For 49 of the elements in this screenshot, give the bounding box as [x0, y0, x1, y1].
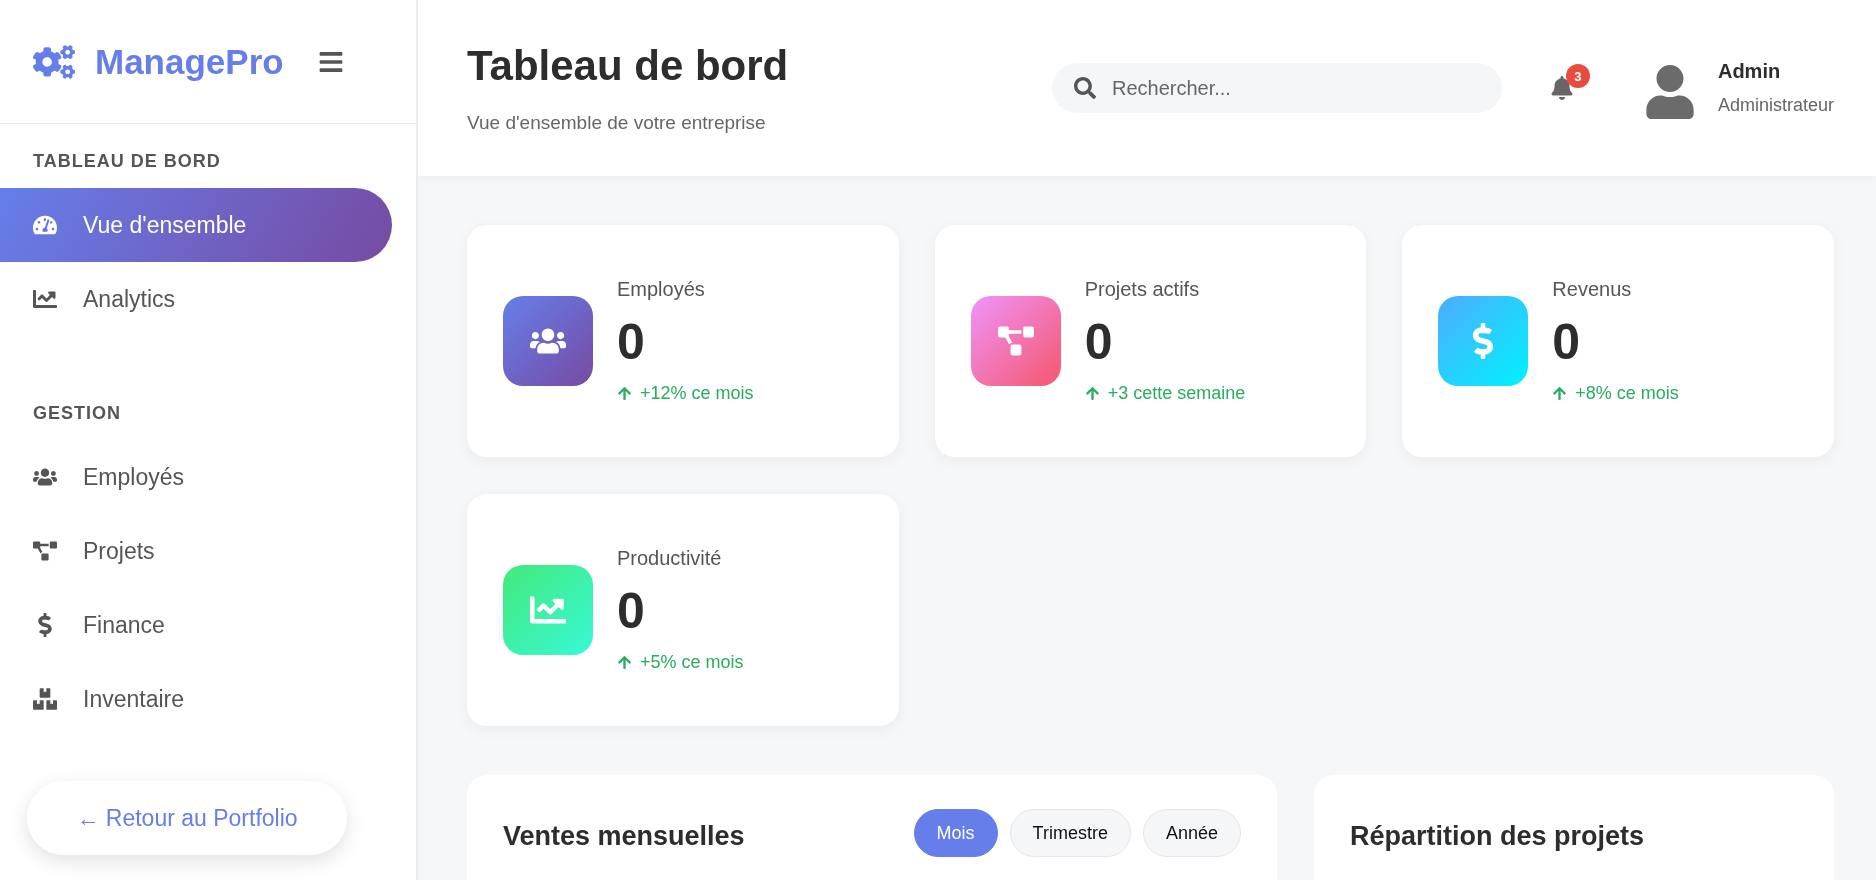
nav-item[interactable]: Employés — [0, 440, 392, 514]
gauge-icon — [33, 213, 57, 237]
stat-label: Projets actifs — [1084, 278, 1201, 301]
section-title: TABLEAU DE BORD — [32, 151, 222, 173]
nav-item[interactable]: Projets — [0, 514, 392, 588]
up-arrow-icon — [617, 655, 632, 670]
page-title: Tableau de bord — [467, 42, 790, 90]
stat-trend: +12% ce mois — [640, 383, 754, 404]
nav-item[interactable]: Finance — [0, 588, 392, 662]
search-icon — [1073, 77, 1096, 99]
page-subtitle: Vue d'ensemble de votre entreprise — [467, 112, 767, 134]
panel-title: Répartition des projets — [1350, 820, 1645, 852]
back-link[interactable]: ← Retour au Portfolio — [27, 781, 347, 855]
dollar-icon — [1438, 296, 1529, 386]
stat-value: 0 — [1084, 317, 1114, 367]
boxes-icon — [33, 687, 57, 711]
stat-value: 0 — [1552, 317, 1582, 367]
period-tab[interactable]: Année — [1142, 809, 1241, 857]
stat-label: Revenus — [1552, 278, 1633, 301]
up-arrow-icon — [1084, 386, 1100, 401]
line-chart-icon — [503, 565, 593, 655]
diagram-icon — [33, 539, 57, 563]
up-arrow-icon — [617, 386, 632, 401]
stat-label: Productivité — [617, 547, 723, 570]
bell-icon — [1549, 76, 1574, 100]
up-arrow-icon — [1552, 386, 1568, 401]
nav-item[interactable]: Vue d'ensemble — [0, 188, 392, 262]
search-input[interactable]: Rechercher... — [1109, 75, 1480, 101]
users-icon — [503, 296, 593, 386]
section-title: GESTION — [32, 403, 122, 425]
nav-item[interactable]: Inventaire — [0, 662, 392, 736]
stat-label: Employés — [617, 278, 706, 301]
user-role: Administrateur — [1717, 95, 1834, 116]
brand-name: ManagePro — [95, 41, 284, 82]
diagram-icon — [970, 296, 1061, 386]
notification-button[interactable]: 3 — [1549, 64, 1590, 100]
stat-trend: +3 cette semaine — [1107, 383, 1246, 404]
line-chart-icon — [33, 287, 57, 311]
stat-trend: +8% ce mois — [1575, 383, 1679, 404]
period-tab[interactable]: Trimestre — [1009, 809, 1131, 857]
user-name: Admin — [1717, 60, 1782, 83]
stat-trend: +5% ce mois — [640, 652, 744, 673]
stat-value: 0 — [617, 317, 646, 367]
search-field[interactable]: Rechercher... — [1051, 63, 1502, 113]
period-tab[interactable]: Mois — [913, 809, 998, 857]
stat-value: 0 — [617, 586, 646, 636]
notification-badge: 3 — [1565, 64, 1590, 88]
panel-title: Ventes mensuelles — [503, 820, 745, 852]
nav-item[interactable]: Analytics — [0, 262, 392, 336]
